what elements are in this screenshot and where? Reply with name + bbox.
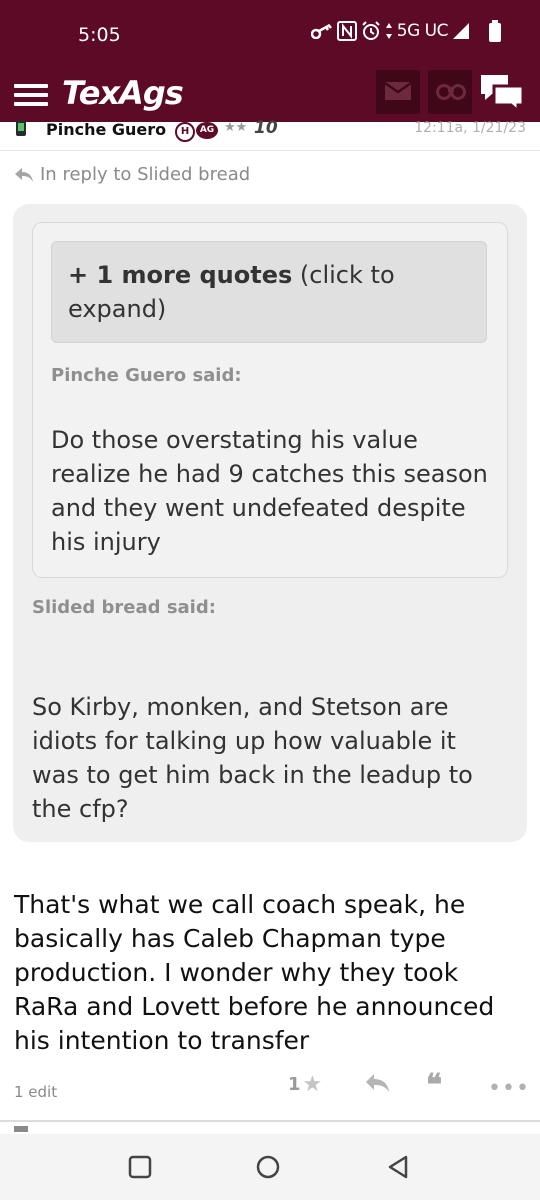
- rank-stars-icon: ★★: [224, 120, 248, 135]
- like-count: 1: [288, 1074, 301, 1095]
- reply-arrow-icon: [15, 167, 33, 182]
- site-logo[interactable]: TexAgs: [62, 74, 184, 112]
- home-icon[interactable]: [255, 1154, 281, 1180]
- messages-button[interactable]: [376, 70, 420, 114]
- app-header: TexAgs: [0, 70, 540, 122]
- inner-quote-text: Do those overstating his value realize h…: [51, 426, 488, 556]
- inner-quote: + 1 more quotes (click to expand) Pinche…: [32, 222, 508, 578]
- post-divider: [0, 1120, 540, 1122]
- author-name[interactable]: Pinche Guero: [46, 120, 166, 139]
- binoculars-icon: [436, 84, 466, 100]
- battery-icon: [489, 20, 501, 42]
- inner-quote-author[interactable]: Pinche Guero said:: [51, 365, 242, 386]
- system-nav-bar: [0, 1134, 540, 1200]
- menu-icon[interactable]: [14, 80, 48, 110]
- data-arrows-icon: [385, 23, 392, 39]
- outer-quote-text: So Kirby, monken, and Stetson are idiots…: [32, 693, 473, 823]
- in-reply-to-link[interactable]: In reply to Slided bread: [14, 164, 250, 185]
- key-icon: [310, 23, 332, 39]
- reply-icon[interactable]: [364, 1072, 390, 1094]
- post-actions: 1 ★ ❝ •••: [0, 1068, 540, 1104]
- star-icon: ★: [302, 1072, 323, 1097]
- chat-icon[interactable]: [478, 72, 526, 112]
- expand-quotes-button[interactable]: + 1 more quotes (click to expand): [51, 241, 487, 343]
- outer-quote: + 1 more quotes (click to expand) Pinche…: [13, 204, 527, 842]
- recents-icon[interactable]: [127, 1154, 153, 1180]
- status-time: 5:05: [78, 24, 121, 46]
- rank-number: 10: [254, 118, 278, 138]
- nfc-icon: [336, 21, 357, 41]
- next-post-peek: [14, 1126, 28, 1132]
- in-reply-to-text: In reply to Slided bread: [40, 164, 251, 185]
- post-author-bar: Pinche Guero H AG ★★ 10 12:11a, 1/21/23: [0, 118, 540, 151]
- status-icons: 5G UC: [310, 20, 502, 42]
- badge-h: H: [175, 122, 195, 142]
- mail-icon: [384, 81, 412, 100]
- signal-icon: [453, 23, 469, 39]
- back-icon[interactable]: [385, 1154, 411, 1180]
- status-bar: 5:05 5G UC: [0, 0, 540, 72]
- alarm-icon: [362, 21, 380, 40]
- post-body: That's what we call coach speak, he basi…: [14, 890, 495, 1055]
- mobile-device-icon: [16, 120, 26, 136]
- quote-icon[interactable]: ❝: [426, 1068, 442, 1103]
- post-timestamp[interactable]: 12:11a, 1/21/23: [414, 120, 526, 136]
- badge-ag: AG: [196, 122, 218, 139]
- more-options-icon[interactable]: •••: [488, 1076, 530, 1101]
- like-button[interactable]: 1 ★: [288, 1072, 322, 1097]
- outer-quote-author[interactable]: Slided bread said:: [32, 597, 216, 618]
- expand-count: + 1 more quotes: [68, 261, 293, 289]
- watched-threads-button[interactable]: [428, 70, 472, 114]
- network-label: 5G UC: [396, 21, 449, 41]
